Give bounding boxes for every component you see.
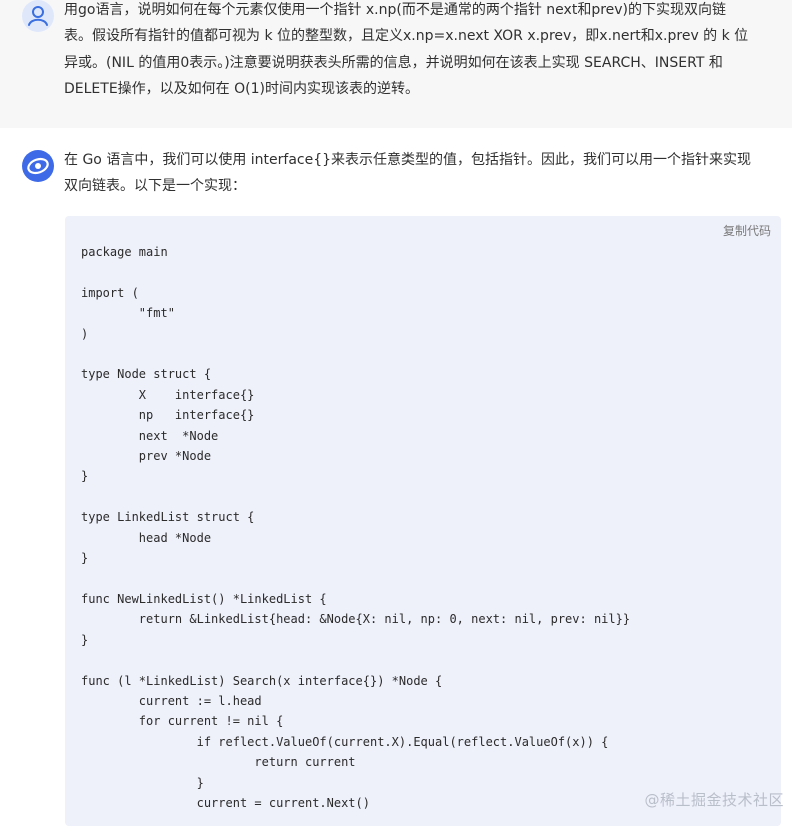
code-block: 复制代码 package main import ( "fmt" ) type …: [65, 216, 781, 826]
user-icon: [28, 6, 48, 26]
ai-logo-icon: [27, 157, 49, 175]
user-prompt-text: 用go语言，说明如何在每个元素仅使用一个指针 x.np(而不是通常的两个指针 n…: [64, 2, 749, 98]
watermark: @稀土掘金技术社区: [644, 791, 784, 809]
code-content: package main import ( "fmt" ) type Node …: [81, 245, 631, 810]
copy-code-button[interactable]: 复制代码: [723, 222, 771, 239]
user-avatar: [22, 0, 54, 32]
assistant-avatar: [22, 150, 54, 182]
assistant-answer-text: 在 Go 语言中，我们可以使用 interface{}来表示任意类型的值，包括指…: [64, 152, 752, 195]
user-message: 用go语言，说明如何在每个元素仅使用一个指针 x.np(而不是通常的两个指针 n…: [0, 0, 792, 128]
